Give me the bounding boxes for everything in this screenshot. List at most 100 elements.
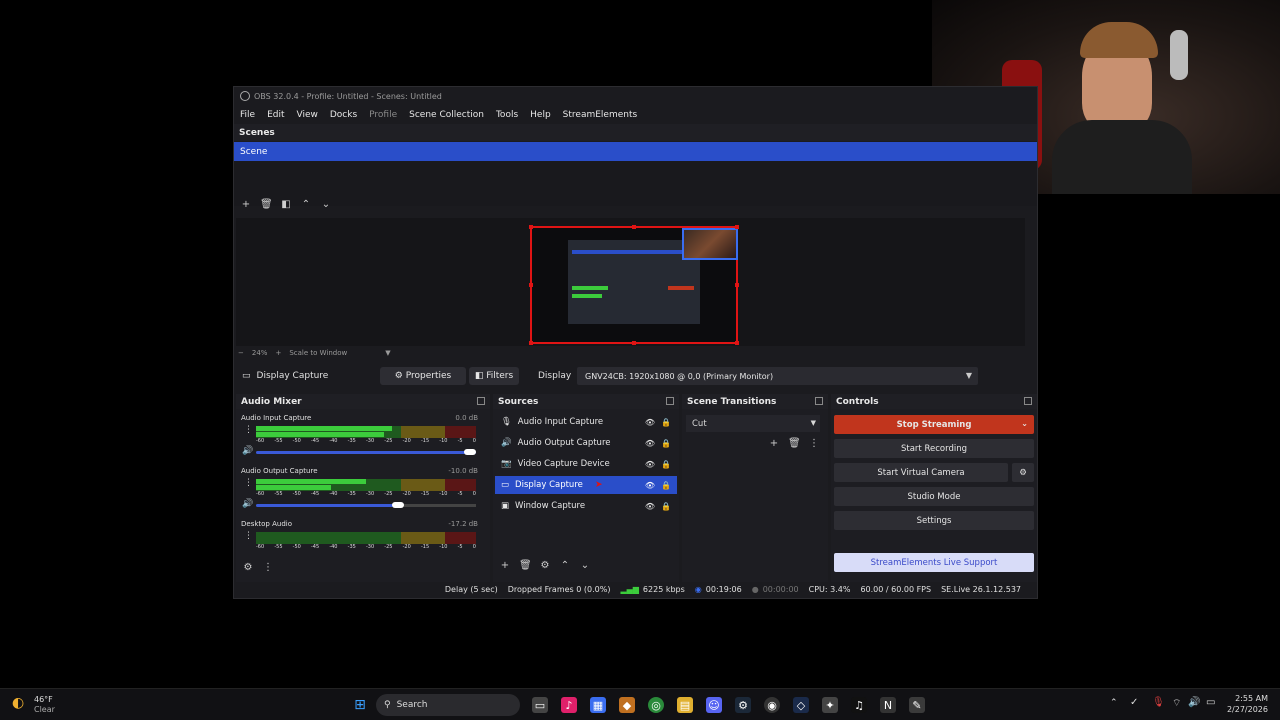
chevron-down-icon[interactable]: ⌄ (1021, 419, 1028, 428)
kebab-menu-icon[interactable]: ⋮ (808, 438, 820, 449)
windows-start-icon[interactable]: ⊞ (352, 697, 368, 713)
source-item[interactable]: 🔊 Audio Output Capture 👁 🔒 (495, 434, 677, 452)
file-explorer-icon[interactable]: ▤ (677, 697, 693, 713)
lock-icon[interactable]: 🔒 (661, 460, 671, 469)
scene-filters-icon[interactable]: ◧ (280, 199, 292, 210)
app-icon[interactable]: ◇ (793, 697, 809, 713)
volume-icon[interactable]: 🔊 (1188, 697, 1200, 708)
visibility-eye-icon[interactable]: 👁 (645, 439, 655, 448)
start-recording-button[interactable]: Start Recording (834, 439, 1034, 458)
source-item[interactable]: 📷 Video Capture Device 👁 🔒 (495, 455, 677, 473)
remove-source-icon[interactable]: 🗑 (519, 560, 532, 571)
preview-canvas[interactable] (236, 218, 1025, 346)
properties-button[interactable]: ⚙ Properties (380, 367, 466, 385)
volume-slider-knob[interactable] (392, 502, 404, 508)
visibility-eye-icon[interactable]: 👁 (645, 502, 655, 511)
stop-streaming-button[interactable]: Stop Streaming ⌄ (834, 415, 1034, 434)
scale-dropdown-icon[interactable]: ▼ (385, 349, 390, 357)
add-transition-icon[interactable]: + (768, 438, 780, 449)
resize-handle[interactable] (632, 225, 636, 229)
move-up-icon[interactable]: ⌃ (300, 199, 312, 210)
studio-mode-button[interactable]: Studio Mode (834, 487, 1034, 506)
visibility-eye-icon[interactable]: 👁 (645, 481, 655, 490)
move-up-icon[interactable]: ⌃ (559, 560, 571, 571)
webcam-source-thumb[interactable] (682, 228, 738, 260)
app-icon[interactable]: ✎ (909, 697, 925, 713)
clock-time[interactable]: 2:55 AM (1226, 694, 1268, 703)
wifi-icon[interactable]: ⌔ (1172, 697, 1181, 710)
move-down-icon[interactable]: ⌄ (579, 560, 591, 571)
menu-profile[interactable]: Profile (363, 110, 403, 120)
tray-icon[interactable]: ✓ (1130, 697, 1138, 708)
undock-icon[interactable] (666, 397, 674, 405)
volume-slider[interactable] (256, 504, 401, 507)
source-item-selected[interactable]: ▭ Display Capture ➤ 👁 🔒 (495, 476, 677, 494)
add-source-icon[interactable]: + (499, 560, 511, 571)
menu-file[interactable]: File (234, 110, 261, 120)
remove-transition-icon[interactable]: 🗑 (788, 438, 801, 449)
display-capture-bounds[interactable] (529, 225, 739, 345)
discord-icon[interactable]: ☺ (706, 697, 722, 713)
speaker-icon[interactable]: 🔊 (242, 446, 253, 456)
resize-handle[interactable] (529, 341, 533, 345)
source-item[interactable]: ▣ Window Capture 👁 🔒 (495, 497, 677, 515)
add-scene-icon[interactable]: + (240, 199, 252, 210)
resize-handle[interactable] (735, 225, 739, 229)
start-virtual-camera-button[interactable]: Start Virtual Camera (834, 463, 1008, 482)
speaker-icon[interactable]: 🔊 (242, 499, 253, 509)
resize-handle[interactable] (529, 283, 533, 287)
lock-icon[interactable]: 🔒 (661, 481, 671, 490)
virtual-camera-settings-button[interactable]: ⚙ (1012, 463, 1034, 482)
settings-button[interactable]: Settings (834, 511, 1034, 530)
volume-slider-knob[interactable] (464, 449, 476, 455)
undock-icon[interactable] (477, 397, 485, 405)
display-select[interactable]: GNV24CB: 1920x1080 @ 0,0 (Primary Monito… (577, 367, 978, 385)
menu-view[interactable]: View (291, 110, 324, 120)
kebab-menu-icon[interactable]: ⋮ (244, 531, 253, 541)
tiktok-icon[interactable]: ♫ (851, 697, 867, 713)
menu-tools[interactable]: Tools (490, 110, 524, 120)
scale-mode[interactable]: Scale to Window (289, 349, 347, 357)
chevron-up-icon[interactable]: ⌃ (1110, 698, 1118, 708)
chrome-icon[interactable]: ◎ (648, 697, 664, 713)
taskbar-search[interactable]: ⚲ Search (376, 694, 520, 716)
menu-docks[interactable]: Docks (324, 110, 363, 120)
resize-handle[interactable] (735, 341, 739, 345)
undock-icon[interactable] (815, 397, 823, 405)
title-bar[interactable]: OBS 32.0.4 - Profile: Untitled - Scenes:… (234, 87, 1037, 105)
weather-temp[interactable]: 46°F (34, 695, 53, 704)
app-icon[interactable]: ◆ (619, 697, 635, 713)
visibility-eye-icon[interactable]: 👁 (645, 460, 655, 469)
zoom-in-icon[interactable]: + (275, 349, 281, 357)
undock-icon[interactable] (1024, 397, 1032, 405)
kebab-menu-icon[interactable]: ⋮ (244, 425, 253, 435)
move-down-icon[interactable]: ⌄ (320, 199, 332, 210)
visibility-eye-icon[interactable]: 👁 (645, 418, 655, 427)
remove-scene-icon[interactable]: 🗑 (260, 199, 273, 210)
advanced-audio-icon[interactable]: ⚙ (242, 562, 254, 573)
source-item[interactable]: 🎙 Audio Input Capture 👁 🔒 (495, 413, 677, 431)
obs-icon[interactable]: ◉ (764, 697, 780, 713)
store-icon[interactable]: ▦ (590, 697, 606, 713)
app-icon[interactable]: N (880, 697, 896, 713)
resize-handle[interactable] (529, 225, 533, 229)
menu-streamelements[interactable]: StreamElements (557, 110, 644, 120)
menu-edit[interactable]: Edit (261, 110, 290, 120)
filters-button[interactable]: ◧ Filters (469, 367, 519, 385)
menu-scene-collection[interactable]: Scene Collection (403, 110, 490, 120)
lock-icon[interactable]: 🔒 (661, 418, 671, 427)
app-icon[interactable]: ✦ (822, 697, 838, 713)
scene-item[interactable]: Scene (234, 142, 1037, 161)
kebab-menu-icon[interactable]: ⋮ (244, 478, 253, 488)
task-view-icon[interactable]: ▭ (532, 697, 548, 713)
zoom-out-icon[interactable]: − (238, 349, 244, 357)
streamelements-support-button[interactable]: StreamElements Live Support (834, 553, 1034, 572)
menu-help[interactable]: Help (524, 110, 557, 120)
clock-date[interactable]: 2/27/2026 (1226, 705, 1268, 714)
resize-handle[interactable] (632, 341, 636, 345)
transition-select[interactable]: Cut ▼ (686, 415, 820, 432)
volume-slider[interactable] (256, 451, 476, 454)
microphone-icon[interactable]: 🎙 (1152, 697, 1165, 708)
lock-icon[interactable]: 🔒 (661, 502, 671, 511)
steam-icon[interactable]: ⚙ (735, 697, 751, 713)
